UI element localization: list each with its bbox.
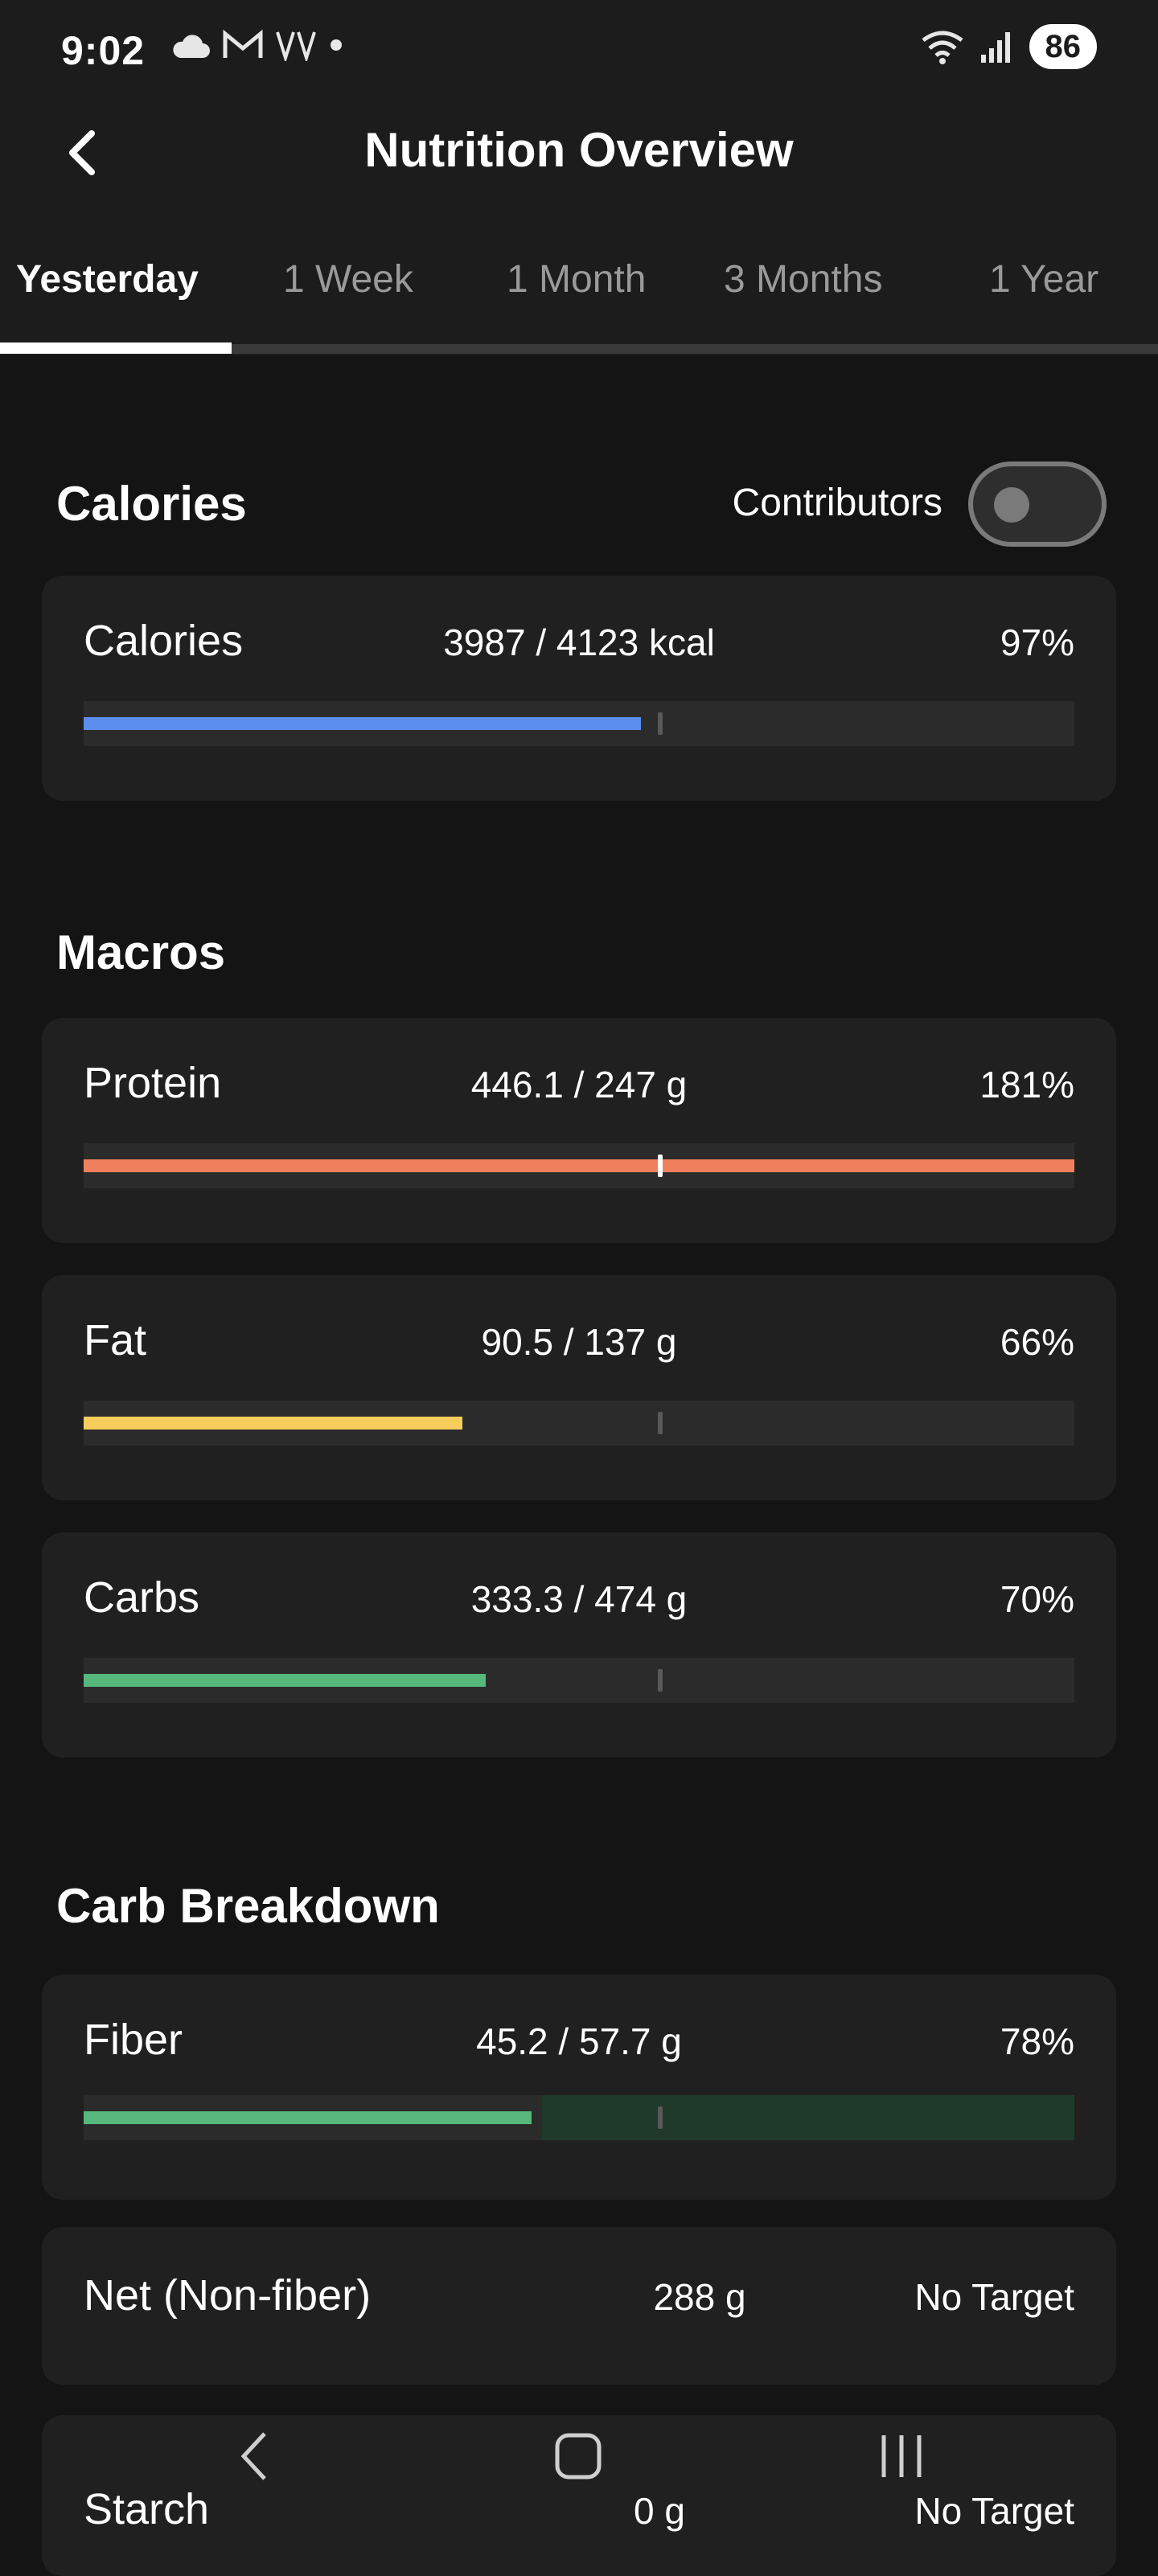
protein-progress-track — [84, 1143, 1074, 1188]
toggle-knob — [994, 487, 1029, 523]
carbs-card[interactable]: Carbs 333.3 / 474 g 70% — [42, 1532, 1116, 1758]
gmail-icon — [223, 29, 263, 58]
nav-home-icon — [555, 2433, 602, 2480]
time-range-tabs: Yesterday 1 Week 1 Month 3 Months 1 Year — [0, 201, 1158, 355]
fiber-progress-track — [84, 2095, 1074, 2140]
app-notification-icon — [276, 31, 316, 61]
target-marker — [658, 1155, 663, 1177]
target-marker — [658, 1412, 663, 1434]
signal-icon — [980, 32, 1010, 63]
calories-card[interactable]: Calories 3987 / 4123 kcal 97% — [42, 576, 1116, 801]
calories-card-value: 3987 / 4123 kcal — [443, 621, 715, 663]
fiber-card-value: 45.2 / 57.7 g — [476, 2020, 682, 2062]
target-marker — [658, 2106, 663, 2129]
tab-1-week[interactable]: 1 Week — [283, 257, 413, 301]
carbs-card-value: 333.3 / 474 g — [470, 1578, 688, 1620]
app-header: Nutrition Overview — [0, 105, 1158, 201]
contributors-toggle[interactable] — [968, 461, 1107, 547]
nav-recents-icon — [881, 2435, 922, 2477]
nav-home-button[interactable] — [542, 2420, 614, 2492]
tab-1-month[interactable]: 1 Month — [507, 257, 646, 301]
fiber-card[interactable]: Fiber 45.2 / 57.7 g 78% — [42, 1975, 1116, 2200]
net-carbs-card[interactable]: Net (Non-fiber) 288 g No Target — [42, 2227, 1116, 2385]
carb-breakdown-section-title: Carb Breakdown — [56, 1879, 440, 1933]
fat-progress-track — [84, 1401, 1074, 1446]
cloud-icon — [173, 35, 210, 58]
status-bar: 9:02 86 — [0, 0, 1158, 105]
tab-yesterday[interactable]: Yesterday — [16, 257, 199, 301]
nav-recents-button[interactable] — [865, 2420, 938, 2492]
notification-icons — [170, 29, 344, 61]
target-marker — [658, 712, 663, 735]
net-carbs-target: No Target — [914, 2276, 1074, 2318]
wifi-icon — [922, 31, 963, 64]
protein-card[interactable]: Protein 446.1 / 247 g 181% — [42, 1018, 1116, 1243]
system-nav-bar — [0, 2380, 1158, 2508]
carbs-card-percent: 70% — [1000, 1578, 1074, 1620]
page-title: Nutrition Overview — [364, 123, 794, 177]
calories-progress-track — [84, 701, 1074, 746]
tab-3-months[interactable]: 3 Months — [724, 257, 882, 301]
fat-progress-fill — [84, 1417, 463, 1430]
calories-card-percent: 97% — [1000, 621, 1074, 663]
tab-active-indicator — [0, 343, 232, 354]
calories-progress-fill — [84, 717, 641, 730]
status-time: 9:02 — [61, 28, 146, 73]
nav-back-icon — [240, 2432, 266, 2480]
protein-card-percent: 181% — [979, 1064, 1074, 1105]
tab-1-year[interactable]: 1 Year — [989, 257, 1098, 301]
fat-card-percent: 66% — [1000, 1321, 1074, 1363]
battery-indicator: 86 — [1029, 24, 1097, 69]
nav-back-button[interactable] — [219, 2420, 291, 2492]
carbs-progress-track — [84, 1658, 1074, 1703]
protein-progress-fill — [84, 1159, 1074, 1172]
dot-icon — [331, 39, 342, 51]
contributors-label: Contributors — [732, 482, 942, 524]
carbs-progress-fill — [84, 1674, 486, 1687]
fiber-progress-fill — [84, 2111, 532, 2124]
macros-section-title: Macros — [56, 925, 226, 979]
status-right: 86 — [920, 24, 1097, 69]
target-marker — [658, 1669, 663, 1692]
protein-card-value: 446.1 / 247 g — [470, 1064, 688, 1105]
calories-section-title: Calories — [56, 477, 247, 531]
fat-card-value: 90.5 / 137 g — [481, 1321, 677, 1363]
fiber-card-percent: 78% — [1000, 2020, 1074, 2062]
fat-card[interactable]: Fat 90.5 / 137 g 66% — [42, 1275, 1116, 1500]
fiber-target-zone — [542, 2095, 1074, 2140]
